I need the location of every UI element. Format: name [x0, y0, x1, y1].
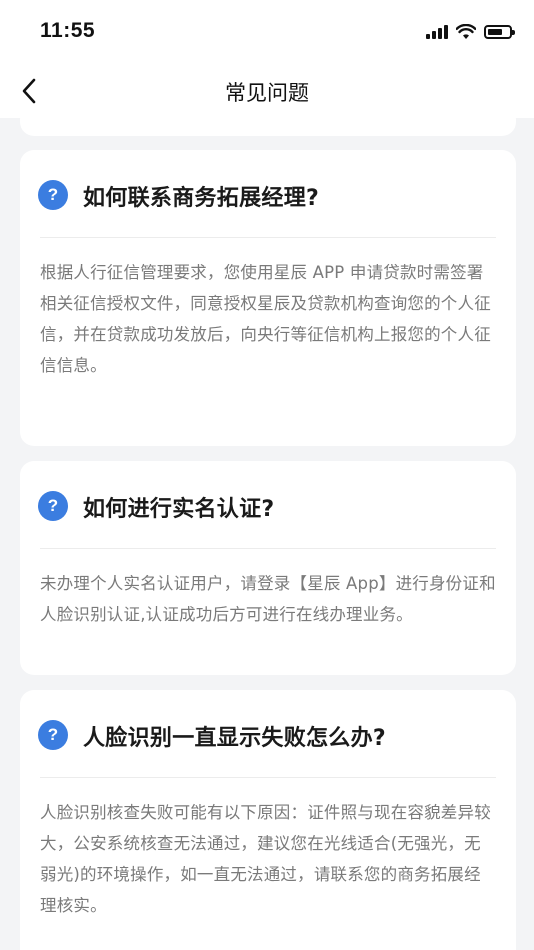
faq-question-row: ? 如何联系商务拓展经理?: [20, 150, 516, 237]
cellular-signal-icon: [426, 25, 448, 39]
wifi-icon: [456, 24, 476, 39]
faq-question: 如何进行实名认证?: [83, 497, 275, 522]
faq-card[interactable]: ? 如何进行实名认证? 未办理个人实名认证用户，请登录【星辰 App】进行身份证…: [20, 461, 516, 675]
question-mark-icon: ?: [38, 720, 68, 750]
faq-question: 如何联系商务拓展经理?: [83, 186, 320, 211]
status-time: 11:55: [40, 19, 96, 42]
faq-question-row: ? 如何进行实名认证?: [20, 461, 516, 548]
question-mark-icon: ?: [38, 180, 68, 210]
faq-card[interactable]: ? 如何联系商务拓展经理? 根据人行征信管理要求，您使用星辰 APP 申请贷款时…: [20, 150, 516, 446]
faq-question: 人脸识别一直显示失败怎么办?: [83, 726, 386, 751]
faq-question-row: ? 人脸识别一直显示失败怎么办?: [20, 690, 516, 777]
faq-answer: 根据人行征信管理要求，您使用星辰 APP 申请贷款时需签署相关征信授权文件，同意…: [40, 263, 491, 375]
faq-list: ? 如何联系商务拓展经理? 根据人行征信管理要求，您使用星辰 APP 申请贷款时…: [0, 118, 534, 950]
status-bar: 11:55: [0, 0, 534, 64]
previous-card-edge: [20, 118, 516, 136]
faq-screen: 11:55 常见问题 ? 如何联系商务拓展经理? 根据人行征信管理要求，您使用星…: [0, 0, 534, 950]
faq-answer: 人脸识别核查失败可能有以下原因：证件照与现在容貌差异较大，公安系统核查无法通过，…: [40, 803, 491, 915]
faq-card[interactable]: ? 人脸识别一直显示失败怎么办? 人脸识别核查失败可能有以下原因：证件照与现在容…: [20, 690, 516, 950]
status-icons: [426, 22, 515, 42]
question-mark-icon: ?: [38, 491, 68, 521]
battery-icon: [484, 25, 515, 39]
page-title: 常见问题: [225, 81, 309, 105]
faq-answer: 未办理个人实名认证用户，请登录【星辰 App】进行身份证和人脸识别认证,认证成功…: [40, 574, 496, 624]
nav-bar: 常见问题: [0, 64, 534, 118]
